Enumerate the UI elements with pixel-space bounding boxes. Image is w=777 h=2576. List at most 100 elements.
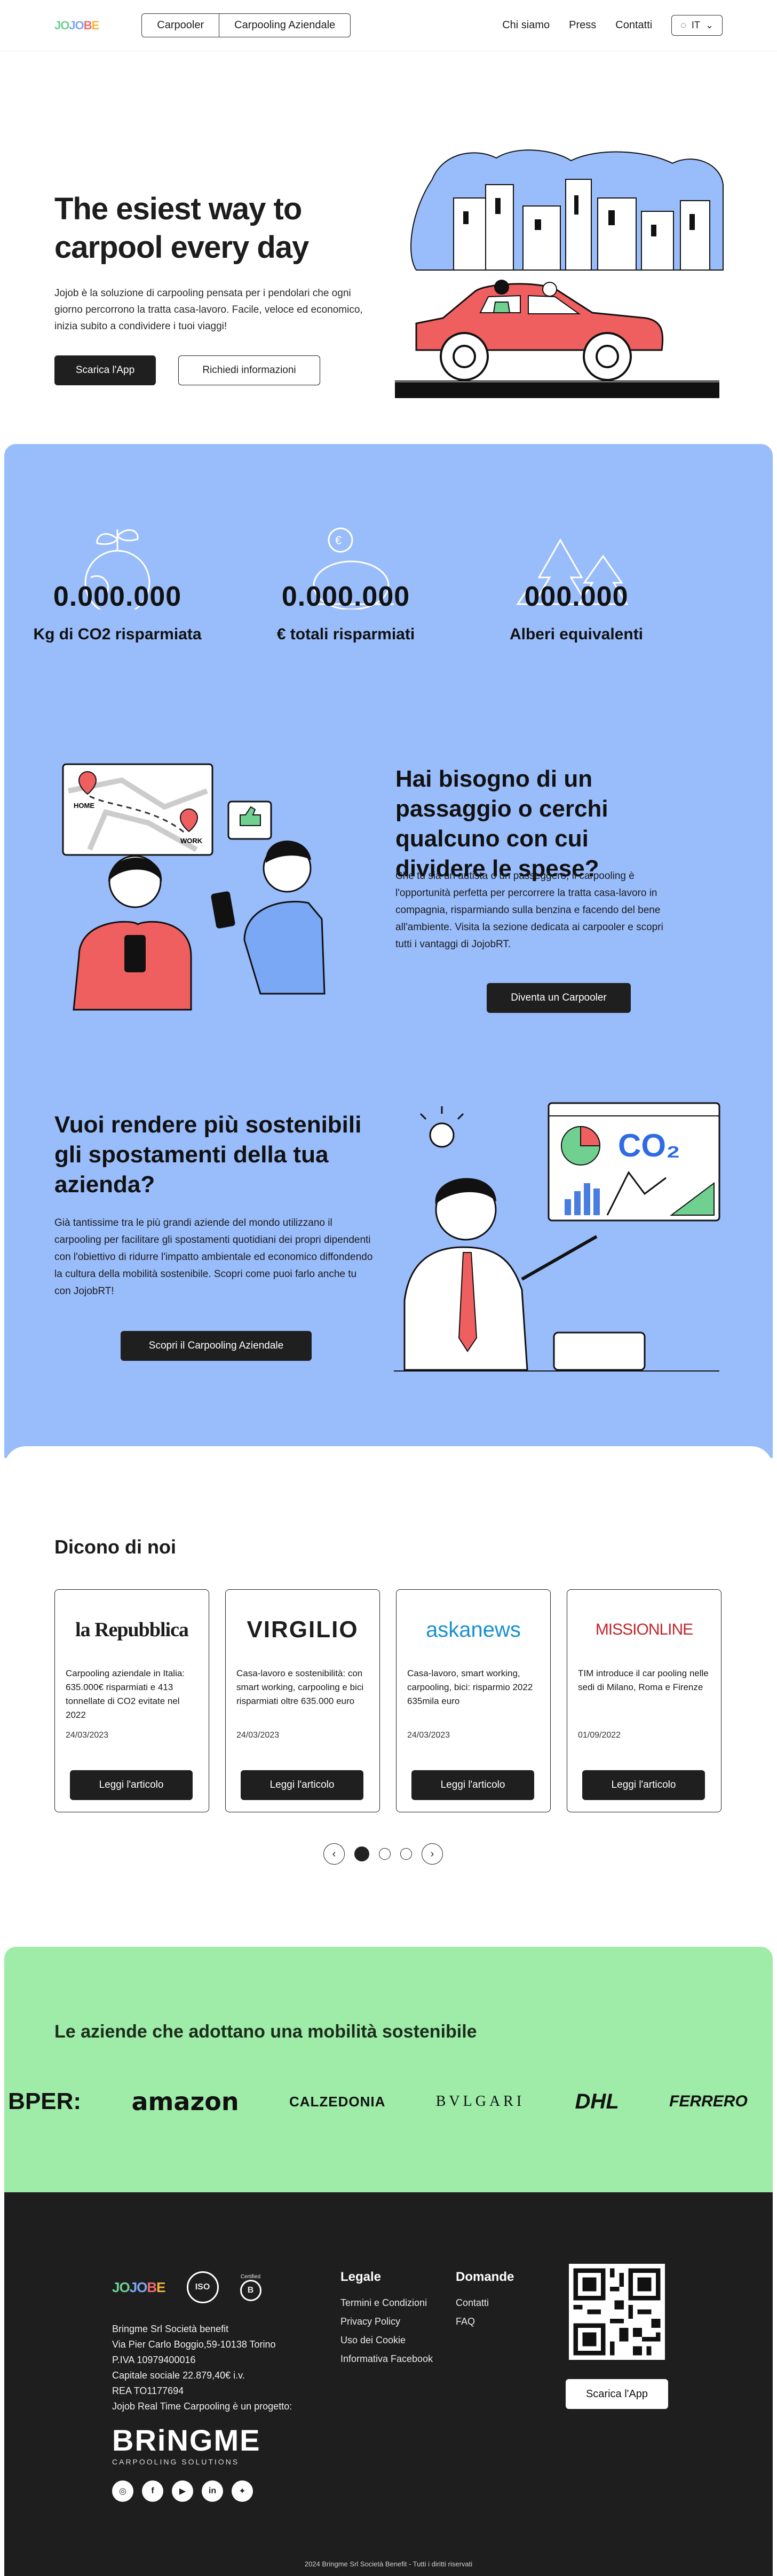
nav-link-contatti[interactable]: Contatti	[615, 19, 652, 31]
footer-link-faq[interactable]: FAQ	[456, 2312, 514, 2331]
qr-code[interactable]	[569, 2264, 665, 2360]
hero-title: The esiest way to carpool every day	[54, 192, 309, 265]
footer-download-app-button[interactable]: Scarica l'App	[566, 2379, 668, 2409]
footer-link-facebook[interactable]: Informativa Facebook	[340, 2350, 433, 2368]
amazon-logo: amazon	[131, 2087, 239, 2116]
social-links: ◎ f ▶ in ✦	[112, 2480, 253, 2502]
stat-value: 000.000	[524, 581, 629, 612]
company-line: Bringme Srl Società benefit	[112, 2324, 229, 2334]
carousel-dot[interactable]	[400, 1848, 412, 1860]
nav-right: Chi siamo Press Contatti ◌ IT ⌄	[502, 15, 723, 36]
questions-title: Domande	[456, 2270, 514, 2284]
chart-co2-label: CO₂	[618, 1128, 680, 1163]
footer-link-cookie[interactable]: Uso dei Cookie	[340, 2331, 433, 2350]
partner-logos: BPER: amazon CALZEDONIA BVLGARI DHL FERR…	[4, 2080, 773, 2123]
virgilio-logo: VIRGILIO	[226, 1606, 379, 1654]
youtube-icon[interactable]: ▶	[172, 2480, 193, 2502]
ferrero-logo: FERRERO	[669, 2092, 748, 2110]
footer-link-privacy[interactable]: Privacy Policy	[340, 2312, 433, 2331]
company-line: REA TO1177694	[112, 2385, 184, 2396]
logo-part: JO	[112, 2279, 130, 2295]
tab-carpooling-aziendale[interactable]: Carpooling Aziendale	[219, 14, 350, 37]
read-article-button[interactable]: Leggi l'articolo	[582, 1770, 705, 1800]
legal-title: Legale	[340, 2270, 382, 2284]
calzedonia-logo: CALZEDONIA	[289, 2093, 386, 2110]
become-carpooler-button[interactable]: Diventa un Carpooler	[487, 983, 631, 1013]
logo-part: JO	[69, 18, 84, 32]
stat-value: 0.000.000	[281, 581, 410, 612]
stat-trees: 000.000 Alberi equivalenti	[480, 524, 672, 644]
stat-label: € totali risparmiati	[276, 625, 415, 643]
press-source: askanews	[426, 1618, 521, 1642]
copyright: 2024 Bringme Srl Società Benefit - Tutti…	[304, 2560, 473, 2568]
carousel-dot[interactable]	[354, 1846, 369, 1861]
stat-label: Kg di CO2 risparmiata	[33, 625, 202, 643]
press-section-title: Dicono di noi	[54, 1536, 176, 1558]
company-info: Bringme Srl Società benefit Via Pier Car…	[112, 2321, 292, 2414]
bcorp-letter: B	[240, 2279, 261, 2301]
press-date: 24/03/2023	[236, 1731, 280, 1740]
twitter-icon[interactable]: ✦	[232, 2480, 253, 2502]
globe-icon: ◌	[680, 20, 686, 30]
bper-logo: BPER:	[8, 2088, 82, 2114]
stat-co2: 0.000.000 Kg di CO2 risparmiata	[21, 524, 213, 644]
facebook-icon[interactable]: f	[142, 2480, 163, 2502]
stat-savings: € 0.000.000 € totali risparmiati	[250, 524, 442, 644]
svg-text:€: €	[335, 534, 342, 547]
logo-part: E	[91, 18, 100, 32]
top-nav: JO JO B E Carpooler Carpooling Aziendale Ch…	[0, 0, 777, 51]
chevron-left-icon[interactable]: ‹	[323, 1843, 345, 1865]
stat-label: Alberi equivalenti	[509, 625, 644, 643]
footer: JO JO B E ISO Certified B Bringme Srl Socie…	[4, 2192, 773, 2576]
download-app-button[interactable]: Scarica l'App	[54, 355, 156, 385]
press-headline: Casa-lavoro e sostenibilità: con smart w…	[236, 1668, 364, 1706]
bcorp-certified: Certified	[240, 2273, 261, 2280]
nav-link-chi-siamo[interactable]: Chi siamo	[502, 19, 550, 31]
footer-legal: Legale Termini e Condizioni Privacy Poli…	[340, 2268, 433, 2368]
bringme-logo: BRiNGME CARPOOLING SOLUTIONS	[112, 2423, 260, 2466]
press-headline: Casa-lavoro, smart working, carpooling, …	[407, 1668, 533, 1706]
jojob-logo[interactable]: JO JO B E	[112, 2279, 166, 2296]
footer-link-contatti[interactable]: Contatti	[456, 2294, 514, 2312]
carpoolers-map-illustration: HOME WORK	[62, 763, 326, 1011]
request-info-button[interactable]: Richiedi informazioni	[178, 355, 320, 385]
section-divider	[4, 1446, 773, 1478]
nav-left: JO JO B E Carpooler Carpooling Aziendale	[54, 13, 351, 37]
chevron-right-icon[interactable]: ›	[422, 1843, 443, 1865]
press-source: la Repubblica	[75, 1619, 189, 1641]
bcorp-badge: Certified B	[240, 2274, 261, 2301]
footer-brand-row: JO JO B E ISO Certified B	[112, 2271, 261, 2303]
stat-value: 0.000.000	[53, 581, 182, 612]
instagram-icon[interactable]: ◎	[112, 2480, 133, 2502]
company-line: Via Pier Carlo Boggio,59-10138 Torino	[112, 2339, 276, 2350]
business-man-illustration: CO₂	[394, 1102, 720, 1372]
read-article-button[interactable]: Leggi l'articolo	[241, 1770, 363, 1800]
read-article-button[interactable]: Leggi l'articolo	[70, 1770, 193, 1800]
press-date: 24/03/2023	[407, 1731, 450, 1740]
carousel-pager: ‹ ›	[323, 1843, 443, 1865]
logo-part: JO	[54, 18, 69, 32]
map-work-label: WORK	[180, 837, 203, 845]
footer-link-termini[interactable]: Termini e Condizioni	[340, 2294, 433, 2312]
partners-title: Le aziende che adottano una mobilità sos…	[54, 2022, 477, 2042]
carousel-dot[interactable]	[379, 1848, 391, 1860]
discover-corporate-button[interactable]: Scopri il Carpooling Aziendale	[121, 1331, 312, 1361]
press-card: askanews Casa-lavoro, smart working, car…	[396, 1589, 551, 1812]
company-line: P.IVA 10979400016	[112, 2355, 196, 2365]
jojob-logo[interactable]: JO JO B E	[54, 19, 99, 33]
tab-carpooler[interactable]: Carpooler	[142, 14, 219, 37]
language-value: IT	[691, 20, 700, 30]
press-headline: TIM introduce il car pooling nelle sedi …	[578, 1668, 709, 1692]
company-line: Jojob Real Time Carpooling è un progetto…	[112, 2401, 292, 2412]
chevron-down-icon: ⌄	[705, 20, 713, 30]
blue-section: 0.000.000 Kg di CO2 risparmiata € 0.000.…	[4, 444, 773, 1458]
linkedin-icon[interactable]: in	[202, 2480, 223, 2502]
press-card: la Repubblica Carpooling aziendale in It…	[54, 1589, 209, 1812]
nav-link-press[interactable]: Press	[569, 19, 596, 31]
language-select[interactable]: ◌ IT ⌄	[671, 15, 723, 36]
press-card: MISSIONLINE TIM introduce il car pooling…	[567, 1589, 722, 1812]
logo-part: E	[156, 2279, 165, 2295]
read-article-button[interactable]: Leggi l'articolo	[411, 1770, 534, 1800]
passaggio-text: Che tu sia un autista o un passeggero, i…	[395, 870, 663, 950]
bulgari-logo: BVLGARI	[435, 2093, 525, 2110]
